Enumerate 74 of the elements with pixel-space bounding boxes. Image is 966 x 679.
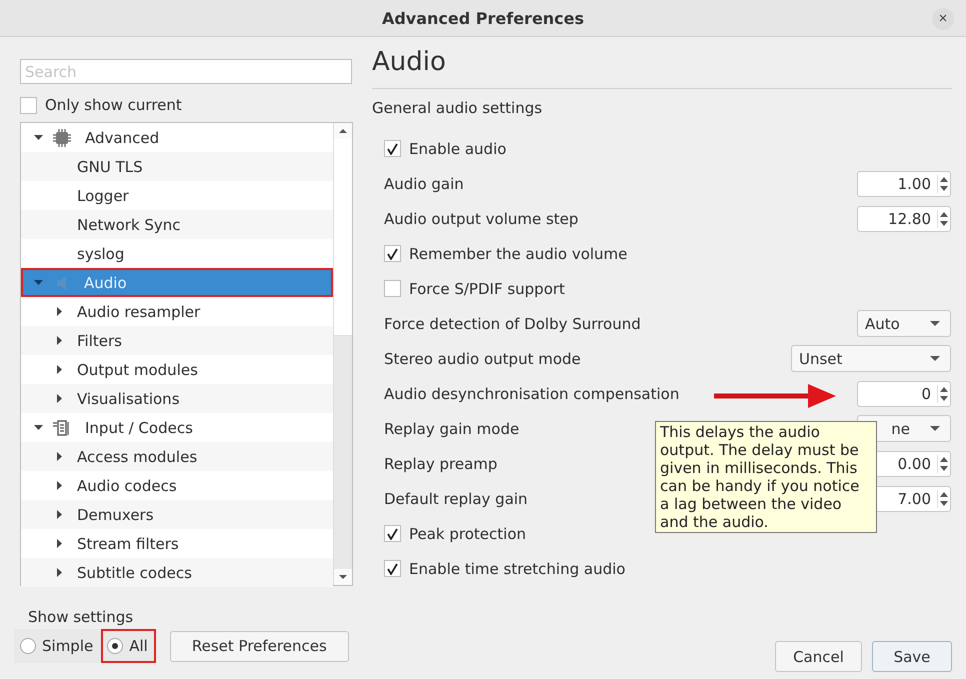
caret-icon [930,320,940,326]
checkbox[interactable] [20,96,37,114]
checkbox-label: Enable audio [409,140,506,158]
window-title: Advanced Preferences [382,8,584,28]
checkbox-label: Remember the audio volume [409,244,628,262]
setting-label: Replay gain mode [384,420,520,438]
setting-label: Default replay gain [384,490,528,508]
collapse-arrow-icon[interactable] [57,336,63,345]
setting-label: Audio output volume step [384,210,578,228]
radio-option[interactable]: Simple [14,629,102,663]
speaker-icon [57,276,66,290]
dialog-button[interactable]: Cancel [775,641,862,672]
checkbox[interactable] [384,560,401,577]
tree-item[interactable]: Output modules [21,355,333,384]
setting-label: Audio desynchronisation compensation [384,384,680,402]
setting-label: Replay preamp [384,454,498,472]
tree-item[interactable]: Demuxers [21,500,333,529]
checkbox[interactable] [384,280,401,297]
checkbox-label: Enable time stretching audio [409,560,626,578]
tree-item[interactable]: Access modules [21,442,333,471]
tree-item[interactable]: Visualisations [21,384,333,413]
expand-arrow-icon[interactable] [34,134,42,140]
dialog-button[interactable]: Save [872,641,952,672]
tree-item[interactable]: syslog [21,239,333,268]
expand-arrow-icon[interactable] [34,424,42,430]
collapse-arrow-icon[interactable] [57,510,63,519]
show-settings-label: Show settings [28,608,134,626]
dropdown[interactable]: Auto [857,310,951,337]
scroll-down-icon[interactable] [339,575,347,579]
tree-item[interactable]: Stream filters [21,529,333,558]
checkbox-label: Only show current [45,96,182,114]
collapse-arrow-icon[interactable] [57,539,63,548]
setting-label: Stereo audio output mode [384,350,581,368]
tree-item[interactable]: Filters [21,326,333,355]
tree-item[interactable]: GNU TLS [21,152,333,181]
spin-box[interactable]: 0 [857,380,951,406]
tree-item[interactable]: Subtitle codecs [21,558,333,587]
collapse-arrow-icon[interactable] [57,481,63,490]
spin-box[interactable]: 12.80 [857,206,951,232]
dropdown[interactable]: Unset [791,345,951,372]
section-title: General audio settings [372,99,544,117]
tree-item[interactable]: Advanced [21,123,333,152]
codec-icon [53,418,71,436]
radio-button[interactable] [107,638,124,654]
scrollbar[interactable] [333,123,352,585]
spin-box[interactable]: 1.00 [857,170,951,196]
close-button[interactable]: × [932,8,954,30]
collapse-arrow-icon[interactable] [57,452,63,461]
caret-icon [930,426,940,432]
tree-item[interactable]: Network Sync [21,210,333,239]
checkbox[interactable] [384,245,401,262]
collapse-arrow-icon[interactable] [57,568,63,577]
chip-icon [53,128,71,146]
checkbox[interactable] [384,525,401,542]
search-field[interactable]: Search [20,59,352,84]
checkbox[interactable] [384,140,401,157]
scroll-up-icon[interactable] [339,129,347,133]
collapse-arrow-icon[interactable] [57,365,63,374]
setting-label: Audio gain [384,174,464,192]
tooltip: This delays the audio output. The delay must be given in milliseconds. This can be handy if you notice a lag between the video and the audio. [655,421,877,533]
tree-item[interactable]: Audio resampler [21,297,333,326]
checkbox-label: Force S/PDIF support [409,280,565,298]
radio-button[interactable] [20,638,36,654]
collapse-arrow-icon[interactable] [57,394,63,403]
tree-item[interactable]: Logger [21,181,333,210]
checkbox-label: Peak protection [409,524,526,542]
reset-preferences-button[interactable]: Reset Preferences [170,630,349,662]
tree-item[interactable]: Input / Codecs [21,413,333,442]
collapse-arrow-icon[interactable] [57,307,63,316]
setting-label: Force detection of Dolby Surround [384,314,641,332]
panel-title: Audio [372,47,447,79]
radio-option[interactable]: All [101,629,156,663]
caret-icon [930,356,940,362]
tree-item[interactable]: Audio codecs [21,471,333,500]
